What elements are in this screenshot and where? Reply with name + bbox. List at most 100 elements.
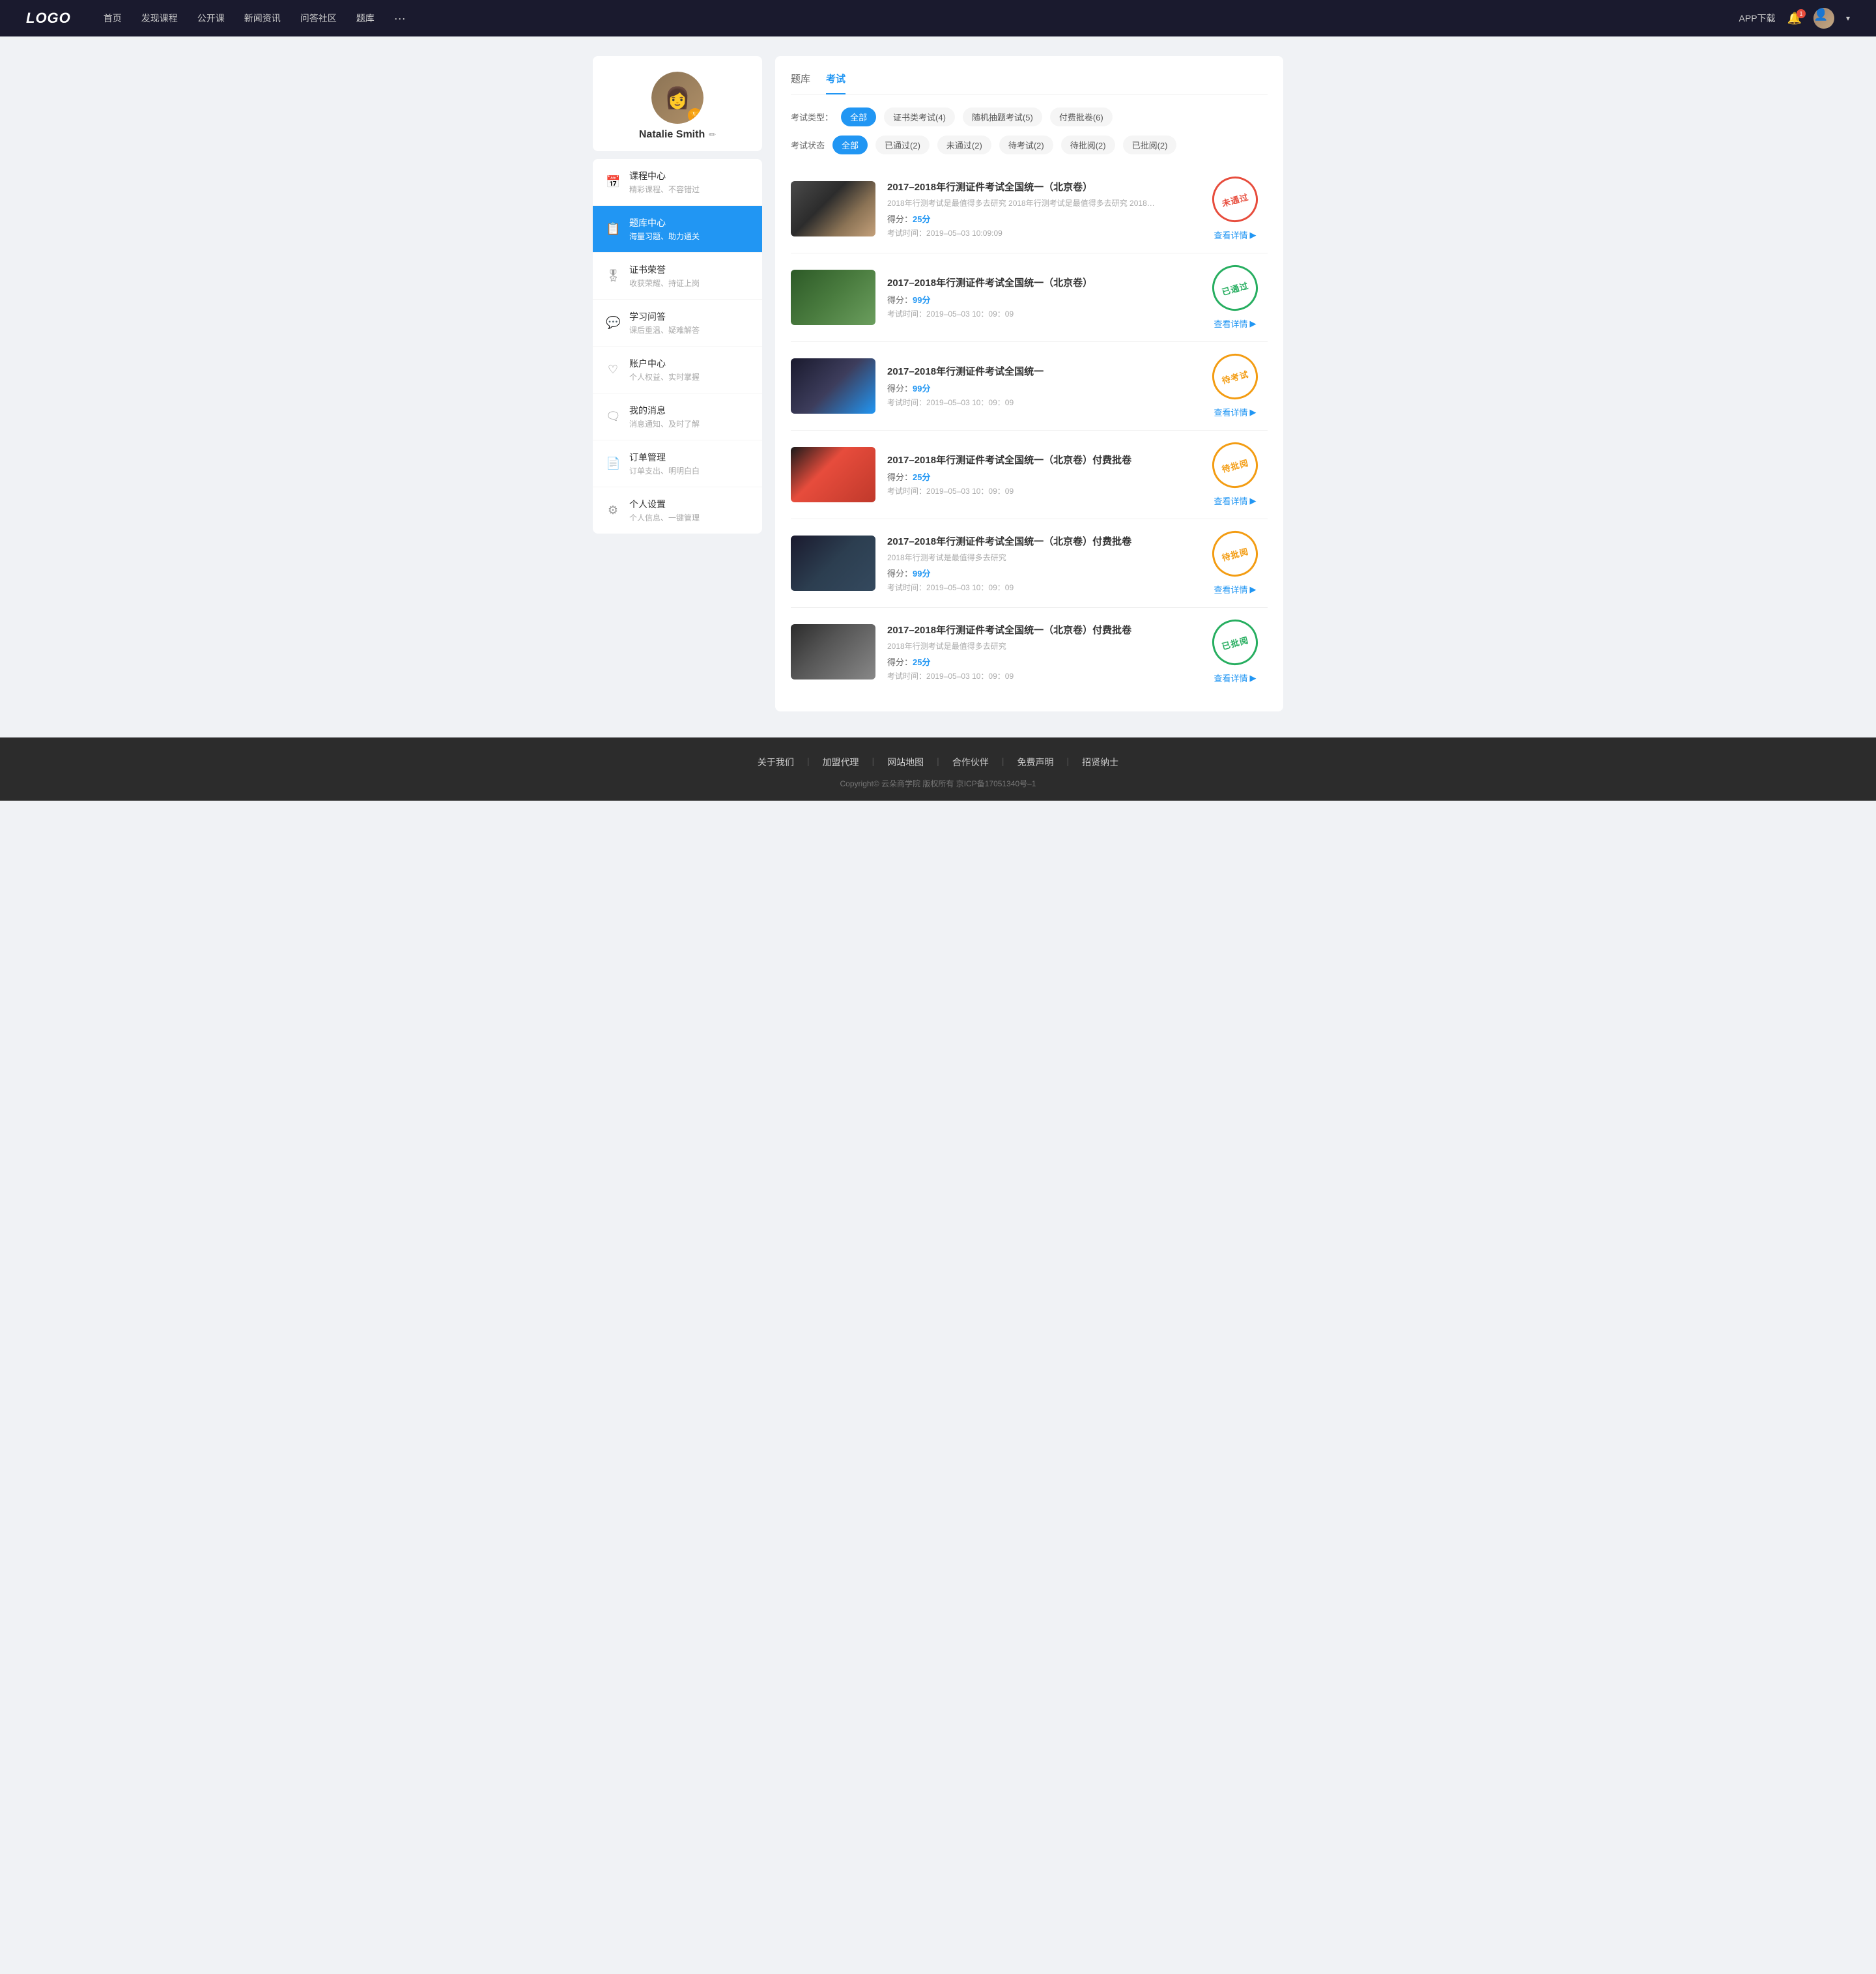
- footer-link-careers[interactable]: 招贤纳士: [1082, 756, 1118, 769]
- exam-desc-1: 2018年行测考试是最值得多去研究 2018年行测考试是最值得多去研究 2018…: [887, 197, 1161, 208]
- sidebar-item-account[interactable]: ♡ 账户中心 个人权益、实时掌握: [593, 347, 762, 393]
- sidebar-item-question-bank[interactable]: 📋 题库中心 海量习题、助力通关: [593, 206, 762, 253]
- menu-sub-qbank: 海量习题、助力通关: [629, 231, 749, 242]
- footer-links: 关于我们 | 加盟代理 | 网站地图 | 合作伙伴 | 免费声明 | 招贤纳士: [26, 756, 1850, 769]
- menu-text-qa: 学习问答 课后重温、疑难解答: [629, 310, 749, 336]
- exam-time-1: 考试时间：2019–05–03 10:09:09: [887, 227, 1191, 238]
- type-filter-cert[interactable]: 证书类考试(4): [884, 107, 955, 126]
- exam-score-1: 得分：25分: [887, 212, 1191, 225]
- bell-button[interactable]: 🔔 1: [1787, 12, 1802, 25]
- exam-title-5: 2017–2018年行测证件考试全国统一（北京卷）付费批卷: [887, 534, 1191, 548]
- exam-score-4: 得分：25分: [887, 470, 1191, 483]
- nav-question-bank[interactable]: 题库: [356, 12, 375, 25]
- calendar-icon: 📅: [606, 175, 620, 189]
- detail-link-6[interactable]: 查看详情 ▶: [1214, 672, 1256, 684]
- user-avatar[interactable]: 👤: [1813, 8, 1834, 29]
- exam-status-4: 待批阅 查看详情 ▶: [1202, 442, 1268, 507]
- status-filter-pending[interactable]: 待考试(2): [999, 136, 1053, 154]
- tab-exam[interactable]: 考试: [826, 72, 846, 94]
- sidebar-item-course-center[interactable]: 📅 课程中心 精彩课程、不容错过: [593, 159, 762, 206]
- type-filter-paid[interactable]: 付费批卷(6): [1050, 107, 1113, 126]
- menu-label-msg: 我的消息: [629, 404, 749, 417]
- status-stamp-6: 已批阅: [1207, 614, 1263, 670]
- nav-more[interactable]: ···: [394, 12, 406, 25]
- main-nav: 首页 发现课程 公开课 新闻资讯 问答社区 题库 ···: [104, 12, 1739, 25]
- score-label-4: 得分：: [887, 472, 913, 482]
- exam-status-1: 未通过 查看详情 ▶: [1202, 177, 1268, 241]
- exam-info-3: 2017–2018年行测证件考试全国统一 得分：99分 考试时间：2019–05…: [887, 364, 1191, 408]
- status-filter-failed[interactable]: 未通过(2): [937, 136, 991, 154]
- footer-link-disclaimer[interactable]: 免费声明: [1017, 756, 1053, 769]
- document-icon: 📄: [606, 457, 620, 470]
- sidebar-item-certificate[interactable]: 🎖 证书荣誉 收获荣耀、持证上岗: [593, 253, 762, 300]
- footer-link-about[interactable]: 关于我们: [758, 756, 794, 769]
- settings-icon: ⚙: [606, 504, 620, 517]
- exam-score-6: 得分：25分: [887, 655, 1191, 668]
- nav-open[interactable]: 公开课: [197, 12, 225, 25]
- menu-sub-orders: 订单支出、明明白白: [629, 465, 749, 476]
- user-dropdown-arrow[interactable]: ▾: [1846, 14, 1850, 23]
- status-filter-all[interactable]: 全部: [832, 136, 868, 154]
- detail-link-2[interactable]: 查看详情 ▶: [1214, 317, 1256, 330]
- exam-title-4: 2017–2018年行测证件考试全国统一（北京卷）付费批卷: [887, 453, 1191, 466]
- footer-link-partners[interactable]: 合作伙伴: [952, 756, 989, 769]
- sidebar-item-study-qa[interactable]: 💬 学习问答 课后重温、疑难解答: [593, 300, 762, 347]
- footer-link-franchise[interactable]: 加盟代理: [823, 756, 859, 769]
- nav-home[interactable]: 首页: [104, 12, 122, 25]
- detail-link-4[interactable]: 查看详情 ▶: [1214, 494, 1256, 507]
- status-filter-passed[interactable]: 已通过(2): [875, 136, 930, 154]
- sidebar-menu: 📅 课程中心 精彩课程、不容错过 📋 题库中心 海量习题、助力通关 🎖 证书荣誉…: [593, 159, 762, 534]
- score-label-3: 得分：: [887, 384, 913, 393]
- detail-link-5[interactable]: 查看详情 ▶: [1214, 583, 1256, 595]
- score-val-4: 25分: [913, 472, 930, 482]
- nav-discover[interactable]: 发现课程: [141, 12, 178, 25]
- menu-sub-course: 精彩课程、不容错过: [629, 184, 749, 195]
- footer: 关于我们 | 加盟代理 | 网站地图 | 合作伙伴 | 免费声明 | 招贤纳士 …: [0, 737, 1876, 801]
- exam-status-6: 已批阅 查看详情 ▶: [1202, 620, 1268, 684]
- profile-name-row: Natalie Smith ✏: [603, 129, 752, 141]
- exam-item: 2017–2018年行测证件考试全国统一 得分：99分 考试时间：2019–05…: [791, 342, 1268, 431]
- sidebar-item-orders[interactable]: 📄 订单管理 订单支出、明明白白: [593, 440, 762, 487]
- type-filter-all[interactable]: 全部: [841, 107, 876, 126]
- status-filter-awaiting[interactable]: 待批阅(2): [1061, 136, 1115, 154]
- status-stamp-4: 待批阅: [1207, 437, 1263, 493]
- exam-status-5: 待批阅 查看详情 ▶: [1202, 531, 1268, 595]
- exam-item: 2017–2018年行测证件考试全国统一（北京卷） 2018年行测考试是最值得多…: [791, 165, 1268, 253]
- exam-item: 2017–2018年行测证件考试全国统一（北京卷）付费批卷 得分：25分 考试时…: [791, 431, 1268, 519]
- menu-label-course: 课程中心: [629, 169, 749, 182]
- status-filter-reviewed[interactable]: 已批阅(2): [1123, 136, 1177, 154]
- tab-question-bank[interactable]: 题库: [791, 72, 810, 94]
- menu-label-settings: 个人设置: [629, 498, 749, 511]
- app-download[interactable]: APP下载: [1739, 12, 1776, 25]
- type-filter-random[interactable]: 随机抽题考试(5): [963, 107, 1042, 126]
- arrow-icon-6: ▶: [1250, 673, 1257, 683]
- exam-time-3: 考试时间：2019–05–03 10：09：09: [887, 397, 1191, 408]
- exam-item: 2017–2018年行测证件考试全国统一（北京卷）付费批卷 2018年行测考试是…: [791, 608, 1268, 696]
- detail-link-1[interactable]: 查看详情 ▶: [1214, 229, 1256, 241]
- footer-link-sitemap[interactable]: 网站地图: [887, 756, 924, 769]
- time-label-2: 考试时间：: [887, 309, 926, 319]
- message-icon: 🗨: [606, 410, 620, 423]
- nav-news[interactable]: 新闻资讯: [244, 12, 281, 25]
- exam-info-6: 2017–2018年行测证件考试全国统一（北京卷）付费批卷 2018年行测考试是…: [887, 623, 1191, 681]
- medal-icon: 🎖: [606, 269, 620, 283]
- menu-sub-account: 个人权益、实时掌握: [629, 371, 749, 382]
- exam-score-3: 得分：99分: [887, 382, 1191, 394]
- menu-text-cert: 证书荣誉 收获荣耀、持证上岗: [629, 263, 749, 289]
- sidebar-item-messages[interactable]: 🗨 我的消息 消息通知、及时了解: [593, 393, 762, 440]
- exam-time-2: 考试时间：2019–05–03 10：09：09: [887, 308, 1191, 319]
- sidebar-item-settings[interactable]: ⚙ 个人设置 个人信息、一键管理: [593, 487, 762, 534]
- profile-edit-icon[interactable]: ✏: [709, 130, 716, 140]
- logo[interactable]: LOGO: [26, 10, 71, 27]
- score-label-1: 得分：: [887, 214, 913, 224]
- status-stamp-5: 待批阅: [1207, 526, 1263, 582]
- arrow-icon-3: ▶: [1250, 407, 1257, 418]
- detail-link-3[interactable]: 查看详情 ▶: [1214, 406, 1256, 418]
- footer-copyright: Copyright© 云朵商学院 版权所有 京ICP备17051340号–1: [26, 778, 1850, 789]
- exam-time-5: 考试时间：2019–05–03 10：09：09: [887, 582, 1191, 593]
- exam-thumbnail-3: [791, 358, 875, 414]
- exam-status-2: 已通过 查看详情 ▶: [1202, 265, 1268, 330]
- content-tabs: 题库 考试: [791, 72, 1268, 94]
- menu-sub-settings: 个人信息、一键管理: [629, 512, 749, 523]
- nav-qa[interactable]: 问答社区: [300, 12, 337, 25]
